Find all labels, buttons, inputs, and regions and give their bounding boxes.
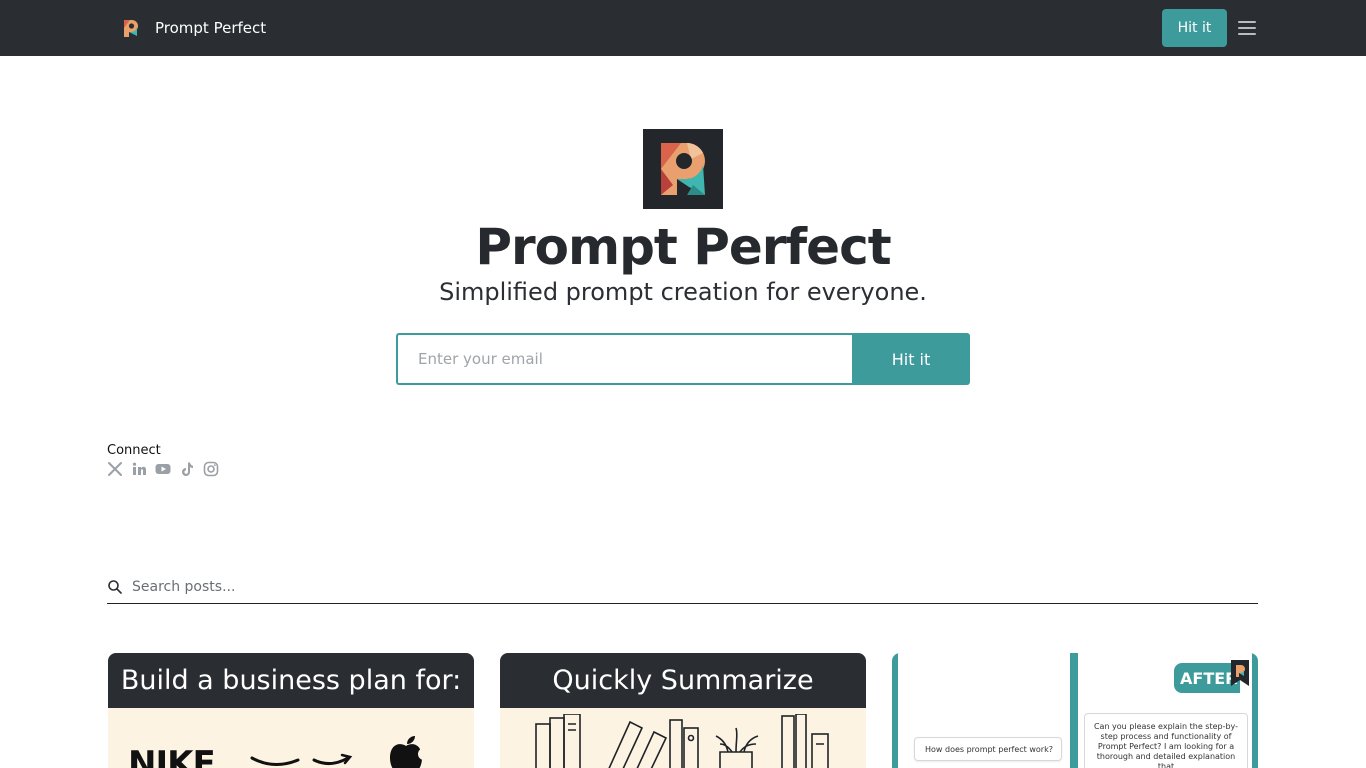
hero-title: Prompt Perfect xyxy=(475,218,891,276)
post-card[interactable]: How does prompt perfect work? AFTER Can … xyxy=(892,653,1258,768)
x-twitter-icon[interactable] xyxy=(107,461,123,477)
amazon-smile-icon xyxy=(250,753,353,766)
books-illustration xyxy=(535,714,829,768)
top-navigation-bar: Prompt Perfect Hit it xyxy=(0,0,1366,56)
hamburger-menu-icon[interactable] xyxy=(1237,19,1257,37)
post-card-image: NIKE xyxy=(108,708,474,768)
post-card-heading: Quickly Summarize xyxy=(500,653,866,708)
brand-link[interactable]: Prompt Perfect xyxy=(119,16,266,40)
email-field[interactable] xyxy=(396,333,852,385)
tiktok-icon[interactable] xyxy=(179,461,195,477)
instagram-icon[interactable] xyxy=(203,461,219,477)
chat-question: How does prompt perfect work? xyxy=(914,737,1062,761)
connect-label: Connect xyxy=(107,443,161,458)
bookmark-logo-icon xyxy=(1231,660,1249,686)
hero-logo xyxy=(643,129,723,209)
hero-subtitle: Simplified prompt creation for everyone. xyxy=(439,278,927,306)
linkedin-icon[interactable] xyxy=(131,461,147,477)
post-card-image xyxy=(500,708,866,768)
email-submit-button[interactable]: Hit it xyxy=(852,333,970,385)
search-bar xyxy=(107,570,1258,604)
search-input[interactable] xyxy=(132,578,1232,595)
post-card[interactable]: Quickly Summarize xyxy=(500,653,866,768)
youtube-icon[interactable] xyxy=(155,461,171,477)
social-links xyxy=(107,461,219,477)
email-signup-form: Hit it xyxy=(396,333,970,385)
brand-name: Prompt Perfect xyxy=(155,19,267,37)
prompt-perfect-logo-icon xyxy=(643,129,723,209)
nike-logo: NIKE xyxy=(128,744,216,768)
prompt-perfect-logo-icon xyxy=(119,16,143,40)
search-icon xyxy=(108,579,122,594)
post-card[interactable]: Build a business plan for: NIKE xyxy=(108,653,474,768)
apple-logo-icon xyxy=(390,736,430,768)
after-panel: AFTER Can you please explain the step-by… xyxy=(1078,653,1252,768)
post-card-heading: Build a business plan for: xyxy=(108,653,474,708)
before-panel: How does prompt perfect work? xyxy=(898,653,1070,768)
chat-answer: Can you please explain the step-by-step … xyxy=(1084,713,1248,768)
header-hit-it-button[interactable]: Hit it xyxy=(1162,9,1227,47)
